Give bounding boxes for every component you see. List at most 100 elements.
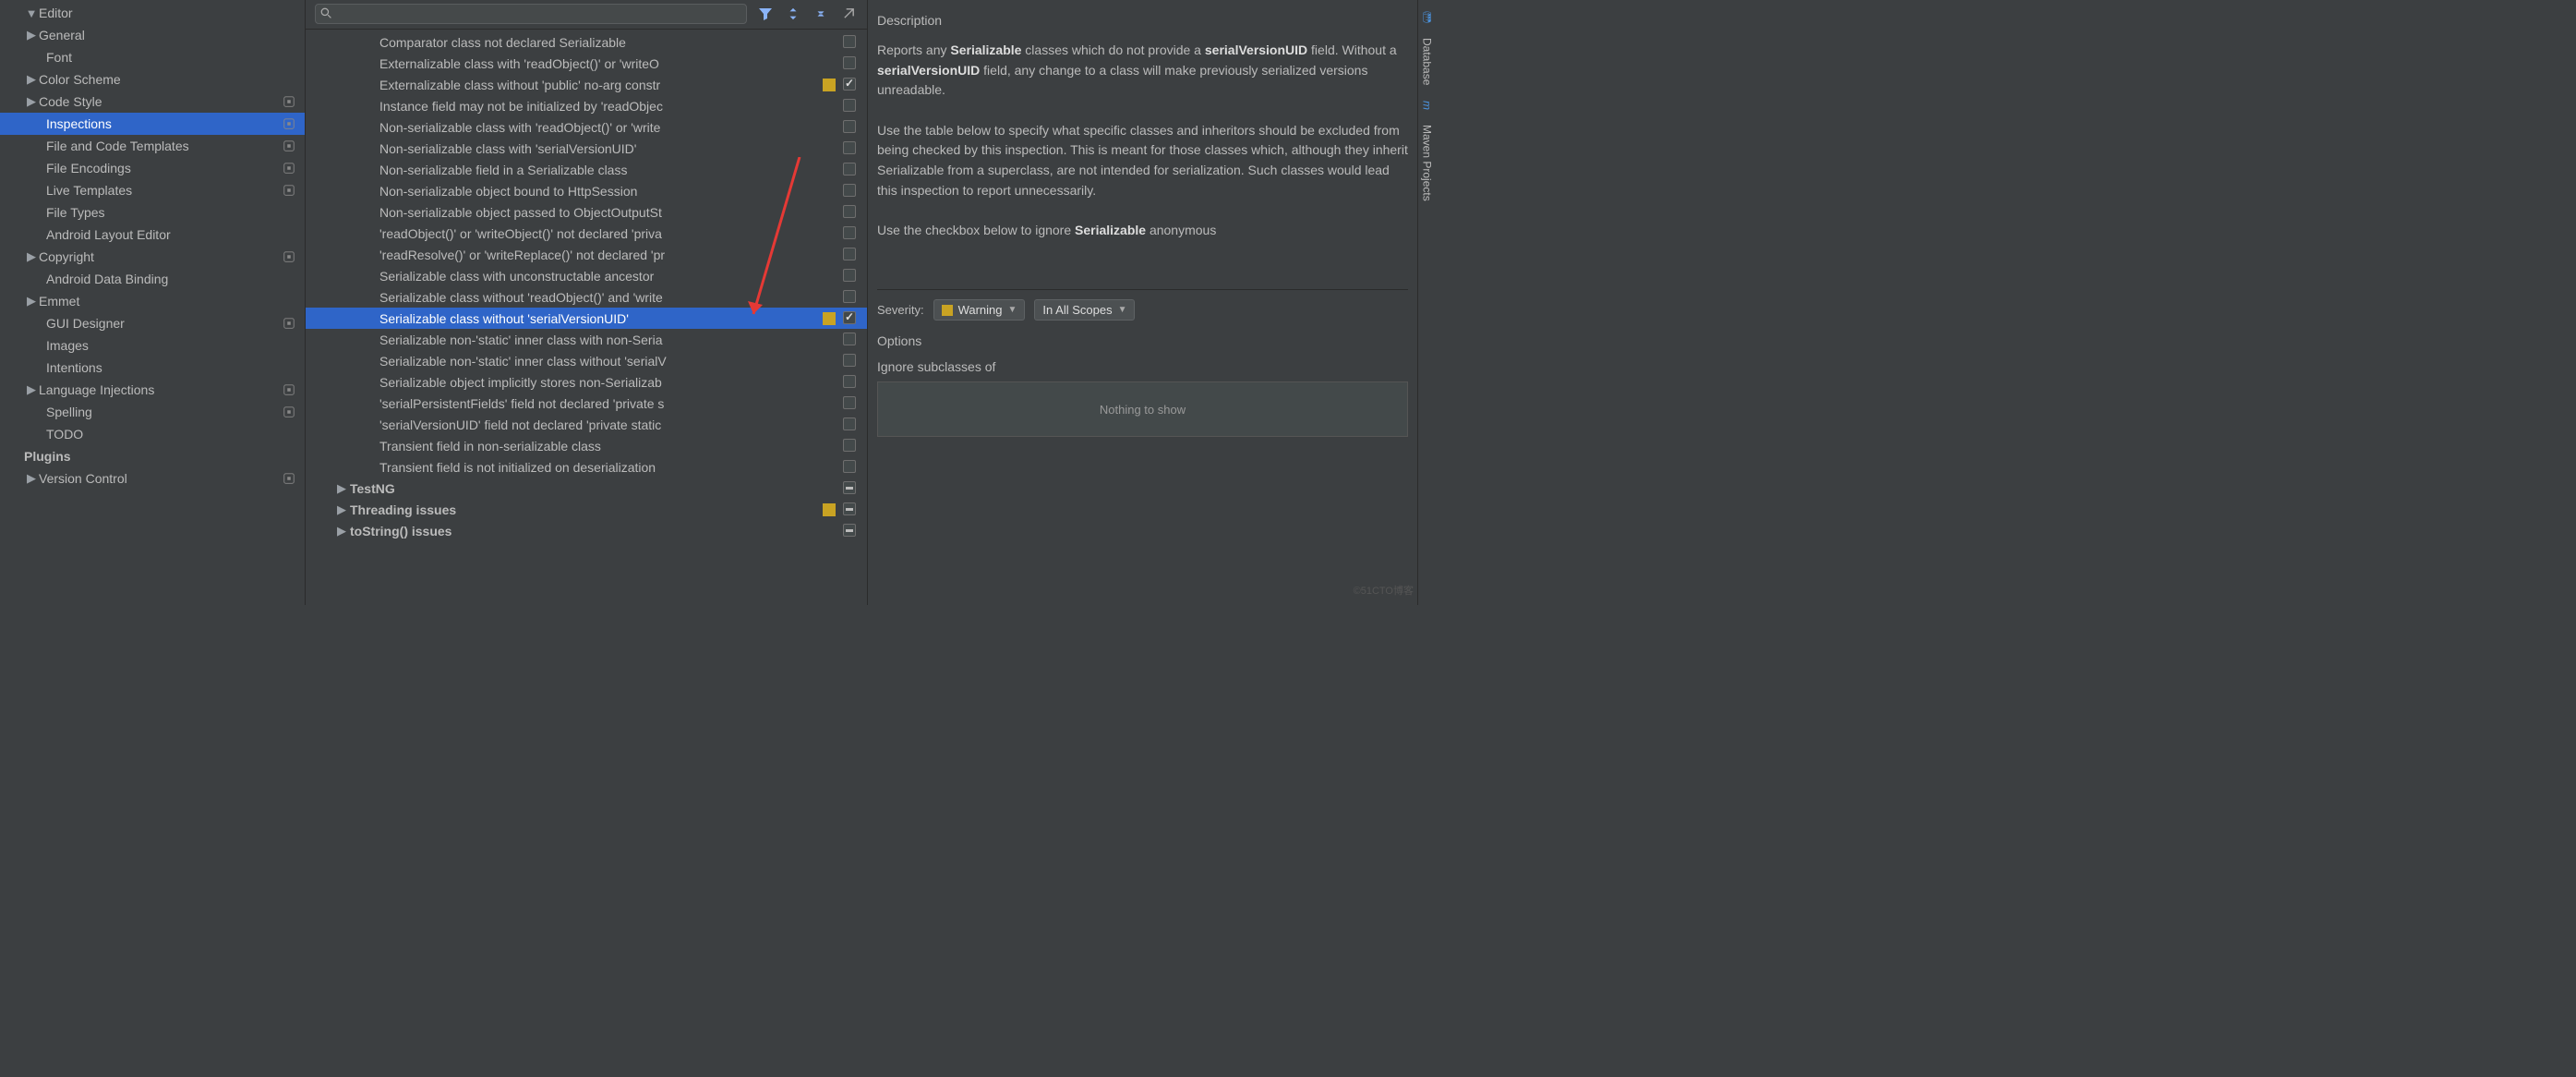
scope-select[interactable]: In All Scopes ▼ [1034, 299, 1135, 321]
inspection-checkbox[interactable] [843, 396, 856, 409]
desc-code: serialVersionUID [877, 63, 980, 78]
inspection-group[interactable]: ▶Threading issues [306, 499, 867, 520]
inspection-item[interactable]: 'serialPersistentFields' field not decla… [306, 393, 867, 414]
project-settings-icon [283, 383, 295, 396]
inspection-item[interactable]: Non-serializable class with 'readObject(… [306, 116, 867, 138]
inspection-group[interactable]: ▶TestNG [306, 478, 867, 499]
desc-text: Reports any [877, 42, 950, 57]
sidebar-item-label: Android Layout Editor [46, 227, 171, 242]
sidebar-item-gui-designer[interactable]: GUI Designer [0, 312, 305, 334]
inspection-checkbox[interactable] [843, 460, 856, 473]
inspection-item[interactable]: Transient field is not initialized on de… [306, 456, 867, 478]
inspection-checkbox[interactable] [843, 439, 856, 452]
sidebar-item-android-layout-editor[interactable]: Android Layout Editor [0, 224, 305, 246]
sidebar-item-font[interactable]: Font [0, 46, 305, 68]
inspection-item[interactable]: Non-serializable object bound to HttpSes… [306, 180, 867, 201]
inspection-label: Externalizable class without 'public' no… [379, 78, 815, 92]
sidebar-item-label: Android Data Binding [46, 272, 168, 286]
inspection-checkbox[interactable] [843, 78, 856, 91]
inspection-checkbox[interactable] [843, 417, 856, 430]
inspection-checkbox[interactable] [843, 226, 856, 239]
sidebar-item-label: Live Templates [46, 183, 132, 198]
inspection-item[interactable]: Comparator class not declared Serializab… [306, 31, 867, 53]
sidebar-item-color-scheme[interactable]: ▶Color Scheme [0, 68, 305, 91]
inspection-checkbox[interactable] [843, 354, 856, 367]
inspection-checkbox[interactable] [843, 311, 856, 324]
database-tool-label[interactable]: Database [1421, 38, 1434, 85]
inspection-item[interactable]: Serializable class without 'serialVersio… [306, 308, 867, 329]
sidebar-item-language-injections[interactable]: ▶Language Injections [0, 379, 305, 401]
inspection-checkbox[interactable] [843, 120, 856, 133]
inspection-item[interactable]: Serializable class with unconstructable … [306, 265, 867, 286]
filter-icon[interactable] [756, 5, 775, 23]
inspection-checkbox[interactable] [843, 290, 856, 303]
sidebar-item-images[interactable]: Images [0, 334, 305, 357]
ignore-list[interactable]: Nothing to show [877, 381, 1408, 437]
inspection-checkbox[interactable] [843, 99, 856, 112]
sidebar-item-general[interactable]: ▶General [0, 24, 305, 46]
sidebar-item-android-data-binding[interactable]: Android Data Binding [0, 268, 305, 290]
inspection-checkbox[interactable] [843, 35, 856, 48]
inspection-item[interactable]: Serializable non-'static' inner class wi… [306, 350, 867, 371]
sidebar-item-label: File and Code Templates [46, 139, 189, 153]
sidebar-item-file-types[interactable]: File Types [0, 201, 305, 224]
inspection-item[interactable]: Serializable object implicitly stores no… [306, 371, 867, 393]
inspection-item[interactable]: Non-serializable class with 'serialVersi… [306, 138, 867, 159]
mixed-checkbox[interactable] [843, 502, 856, 515]
sidebar-item-version-control[interactable]: ▶Version Control [0, 467, 305, 490]
inspection-checkbox[interactable] [843, 269, 856, 282]
inspection-checkbox[interactable] [843, 375, 856, 388]
collapse-all-icon[interactable] [812, 5, 830, 23]
search-input[interactable] [315, 4, 747, 24]
inspection-item[interactable]: Externalizable class with 'readObject()'… [306, 53, 867, 74]
sidebar-item-code-style[interactable]: ▶Code Style [0, 91, 305, 113]
inspection-checkbox[interactable] [843, 56, 856, 69]
sidebar-item-spelling[interactable]: Spelling [0, 401, 305, 423]
sidebar-item-label: Language Injections [39, 382, 154, 397]
sidebar-item-copyright[interactable]: ▶Copyright [0, 246, 305, 268]
inspection-item[interactable]: 'readObject()' or 'writeObject()' not de… [306, 223, 867, 244]
inspection-item[interactable]: Instance field may not be initialized by… [306, 95, 867, 116]
inspection-checkbox[interactable] [843, 333, 856, 345]
inspection-checkbox[interactable] [843, 163, 856, 175]
sidebar-item-emmet[interactable]: ▶Emmet [0, 290, 305, 312]
sidebar-item-intentions[interactable]: Intentions [0, 357, 305, 379]
sidebar-item-file-encodings[interactable]: File Encodings [0, 157, 305, 179]
sidebar-item-plugins[interactable]: Plugins [0, 445, 305, 467]
mixed-checkbox[interactable] [843, 524, 856, 537]
reset-icon[interactable] [839, 5, 858, 23]
database-tool-icon[interactable]: 🛢 [1421, 9, 1434, 23]
sidebar-item-inspections[interactable]: Inspections [0, 113, 305, 135]
sidebar-item-editor[interactable]: ▼Editor [0, 2, 305, 24]
expand-arrow-icon: ▶ [337, 524, 350, 538]
inspection-item[interactable]: Non-serializable object passed to Object… [306, 201, 867, 223]
inspection-checkbox[interactable] [843, 205, 856, 218]
sidebar-item-live-templates[interactable]: Live Templates [0, 179, 305, 201]
inspection-item[interactable]: Non-serializable field in a Serializable… [306, 159, 867, 180]
inspection-item[interactable]: Externalizable class without 'public' no… [306, 74, 867, 95]
mixed-checkbox[interactable] [843, 481, 856, 494]
severity-select[interactable]: Warning ▼ [933, 299, 1026, 321]
desc-text: anonymous [1146, 223, 1216, 237]
sidebar-item-todo[interactable]: TODO [0, 423, 305, 445]
expand-all-icon[interactable] [784, 5, 802, 23]
inspection-item[interactable]: 'readResolve()' or 'writeReplace()' not … [306, 244, 867, 265]
inspection-group[interactable]: ▶toString() issues [306, 520, 867, 541]
inspection-item[interactable]: 'serialVersionUID' field not declared 'p… [306, 414, 867, 435]
inspection-label: Non-serializable object passed to Object… [379, 205, 815, 220]
severity-row: Severity: Warning ▼ In All Scopes ▼ [868, 290, 1417, 330]
inspection-checkbox[interactable] [843, 141, 856, 154]
desc-text: field. Without a [1307, 42, 1397, 57]
inspection-item[interactable]: Serializable class without 'readObject()… [306, 286, 867, 308]
maven-tool-icon[interactable]: m [1421, 101, 1434, 110]
inspection-label: Serializable class with unconstructable … [379, 269, 815, 284]
sidebar-item-file-and-code-templates[interactable]: File and Code Templates [0, 135, 305, 157]
inspection-item[interactable]: Transient field in non-serializable clas… [306, 435, 867, 456]
inspection-checkbox[interactable] [843, 248, 856, 260]
maven-tool-label[interactable]: Maven Projects [1421, 125, 1434, 201]
warning-badge-icon [823, 79, 836, 91]
desc-text: classes which do not provide a [1021, 42, 1204, 57]
search-wrap [315, 4, 747, 24]
inspection-checkbox[interactable] [843, 184, 856, 197]
inspection-item[interactable]: Serializable non-'static' inner class wi… [306, 329, 867, 350]
